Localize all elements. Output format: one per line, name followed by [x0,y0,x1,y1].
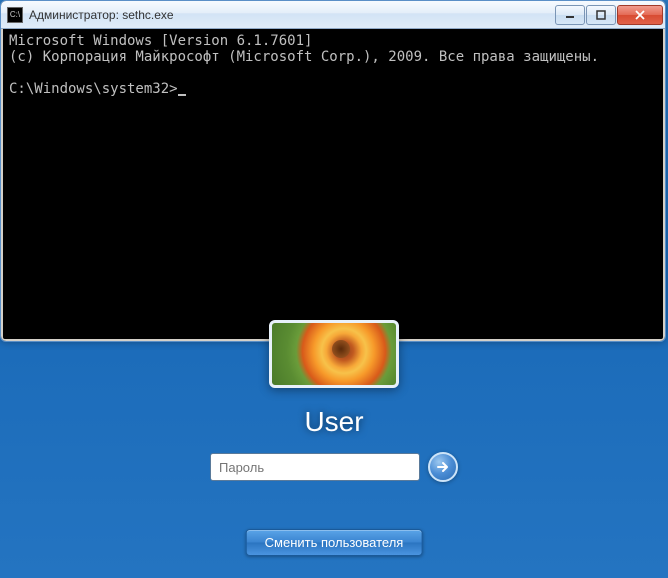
submit-login-button[interactable] [428,452,458,482]
console-output[interactable]: Microsoft Windows [Version 6.1.7601] (c)… [1,29,665,341]
user-avatar[interactable] [269,320,399,388]
switch-user-button[interactable]: Сменить пользователя [246,529,423,556]
window-title: Администратор: sethc.exe [29,8,554,22]
maximize-button[interactable] [586,5,616,25]
close-icon [634,10,646,20]
flower-center-icon [332,340,350,358]
text-cursor-icon [178,94,186,96]
minimize-button[interactable] [555,5,585,25]
password-row [210,452,458,482]
console-line-2: (c) Корпорация Майкрософт (Microsoft Cor… [9,49,599,65]
window-controls [554,5,663,25]
cmd-icon: C:\ [7,7,23,23]
command-prompt-window: C:\ Администратор: sethc.exe Microsoft W… [0,0,666,342]
maximize-icon [596,10,606,20]
console-prompt: C:\Windows\system32> [9,81,178,97]
login-area: User [174,320,494,482]
window-titlebar[interactable]: C:\ Администратор: sethc.exe [1,1,665,29]
arrow-right-icon [435,459,451,475]
password-input[interactable] [210,453,420,481]
minimize-icon [565,10,575,20]
close-button[interactable] [617,5,663,25]
console-line-1: Microsoft Windows [Version 6.1.7601] [9,33,312,49]
username-label: User [304,406,363,438]
